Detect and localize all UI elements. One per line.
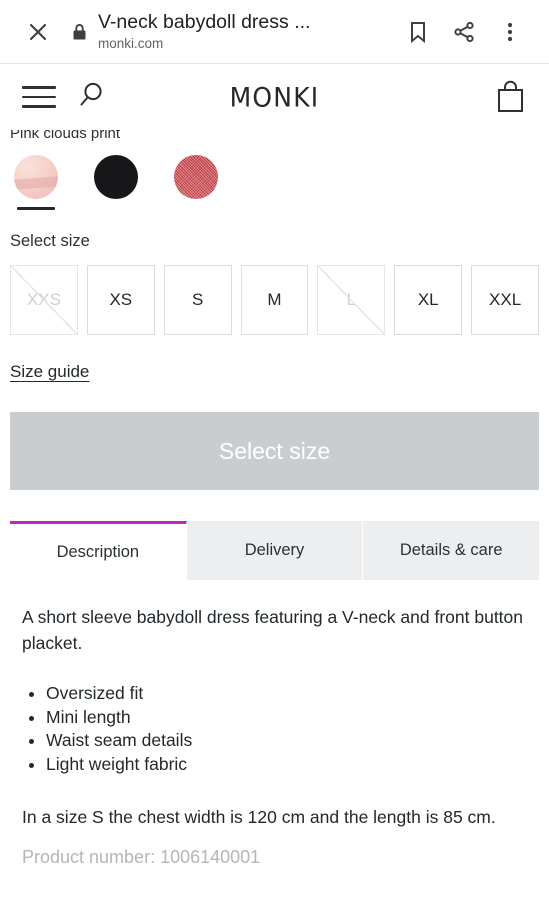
- header-left-actions: [22, 79, 108, 116]
- size-option-xl[interactable]: XL: [394, 265, 463, 335]
- color-swatch-black[interactable]: [90, 155, 142, 210]
- bookmark-button[interactable]: [395, 10, 441, 54]
- measurements-text: In a size S the chest width is 120 cm an…: [22, 807, 496, 827]
- product-number: Product number: 1006140001: [22, 847, 261, 867]
- tab-label: Delivery: [244, 541, 305, 559]
- hamburger-menu-icon[interactable]: [22, 86, 56, 108]
- size-option-xs[interactable]: XS: [86, 265, 155, 335]
- address-bar[interactable]: V-neck babydoll dress ... monki.com: [94, 10, 395, 53]
- swatch-red-icon: [174, 155, 218, 199]
- size-option-label: XL: [417, 290, 439, 309]
- select-size-button[interactable]: Select size: [10, 412, 539, 490]
- share-icon: [454, 21, 474, 42]
- size-option-l[interactable]: L: [317, 265, 386, 335]
- browser-toolbar: V-neck babydoll dress ... monki.com: [0, 0, 549, 64]
- overflow-menu-button[interactable]: [487, 10, 533, 54]
- tab-label: Description: [56, 542, 140, 561]
- size-option-m[interactable]: M: [240, 265, 309, 335]
- select-size-label: Select size: [10, 232, 90, 250]
- color-swatch-list: [10, 146, 539, 210]
- size-option-label: L: [346, 290, 357, 309]
- close-button[interactable]: [16, 10, 60, 54]
- size-option-s[interactable]: S: [163, 265, 232, 335]
- size-option-xxl[interactable]: XXL: [471, 265, 540, 335]
- browser-actions: [395, 10, 533, 54]
- bookmark-icon: [411, 21, 425, 43]
- lock-icon: [73, 23, 85, 39]
- product-content: Pink clouds print Select size XXS XS S M: [0, 126, 549, 868]
- color-swatch-red[interactable]: [170, 155, 222, 210]
- color-swatch-pink-clouds-print[interactable]: [10, 155, 62, 210]
- size-guide-link[interactable]: Size guide: [10, 362, 89, 382]
- description-intro: A short sleeve babydoll dress featuring …: [22, 607, 524, 653]
- description-panel: A short sleeve babydoll dress featuring …: [10, 580, 539, 868]
- list-item: Mini length: [46, 706, 527, 730]
- size-selector: XXS XS S M L XL XXL: [10, 265, 540, 335]
- page-title: V-neck babydoll dress ...: [98, 11, 311, 33]
- tab-details-and-care[interactable]: Details & care: [363, 521, 540, 580]
- list-item: Light weight fabric: [46, 753, 527, 777]
- size-option-label: M: [267, 290, 282, 309]
- size-option-label: S: [191, 290, 204, 309]
- list-item: Oversized fit: [46, 682, 527, 706]
- shopping-bag-icon: [498, 80, 523, 112]
- search-icon: [80, 82, 102, 105]
- share-button[interactable]: [441, 10, 487, 54]
- size-option-label: XS: [109, 290, 133, 309]
- security-lock[interactable]: [64, 23, 94, 41]
- swatch-selected-indicator: [17, 207, 55, 210]
- site-logo-text: MONKI: [229, 81, 320, 113]
- swatch-black-icon: [94, 155, 138, 199]
- page-host: monki.com: [98, 36, 164, 51]
- feature-list: Oversized fit Mini length Waist seam det…: [46, 682, 527, 776]
- size-option-label: XXL: [489, 290, 522, 309]
- tab-delivery[interactable]: Delivery: [186, 521, 364, 580]
- shopping-bag-button[interactable]: [494, 79, 527, 115]
- size-option-xxs[interactable]: XXS: [10, 265, 78, 335]
- search-button[interactable]: [76, 79, 108, 116]
- tab-label: Details & care: [399, 541, 503, 559]
- size-option-label: XXS: [26, 290, 61, 309]
- list-item: Waist seam details: [46, 729, 527, 753]
- overflow-menu-icon: [507, 22, 513, 41]
- close-icon: [29, 23, 47, 40]
- tab-description[interactable]: Description: [10, 521, 187, 580]
- site-header: MONKI: [0, 64, 549, 130]
- swatch-pink-icon: [14, 155, 58, 199]
- product-info-tabs: Description Delivery Details & care: [10, 521, 540, 580]
